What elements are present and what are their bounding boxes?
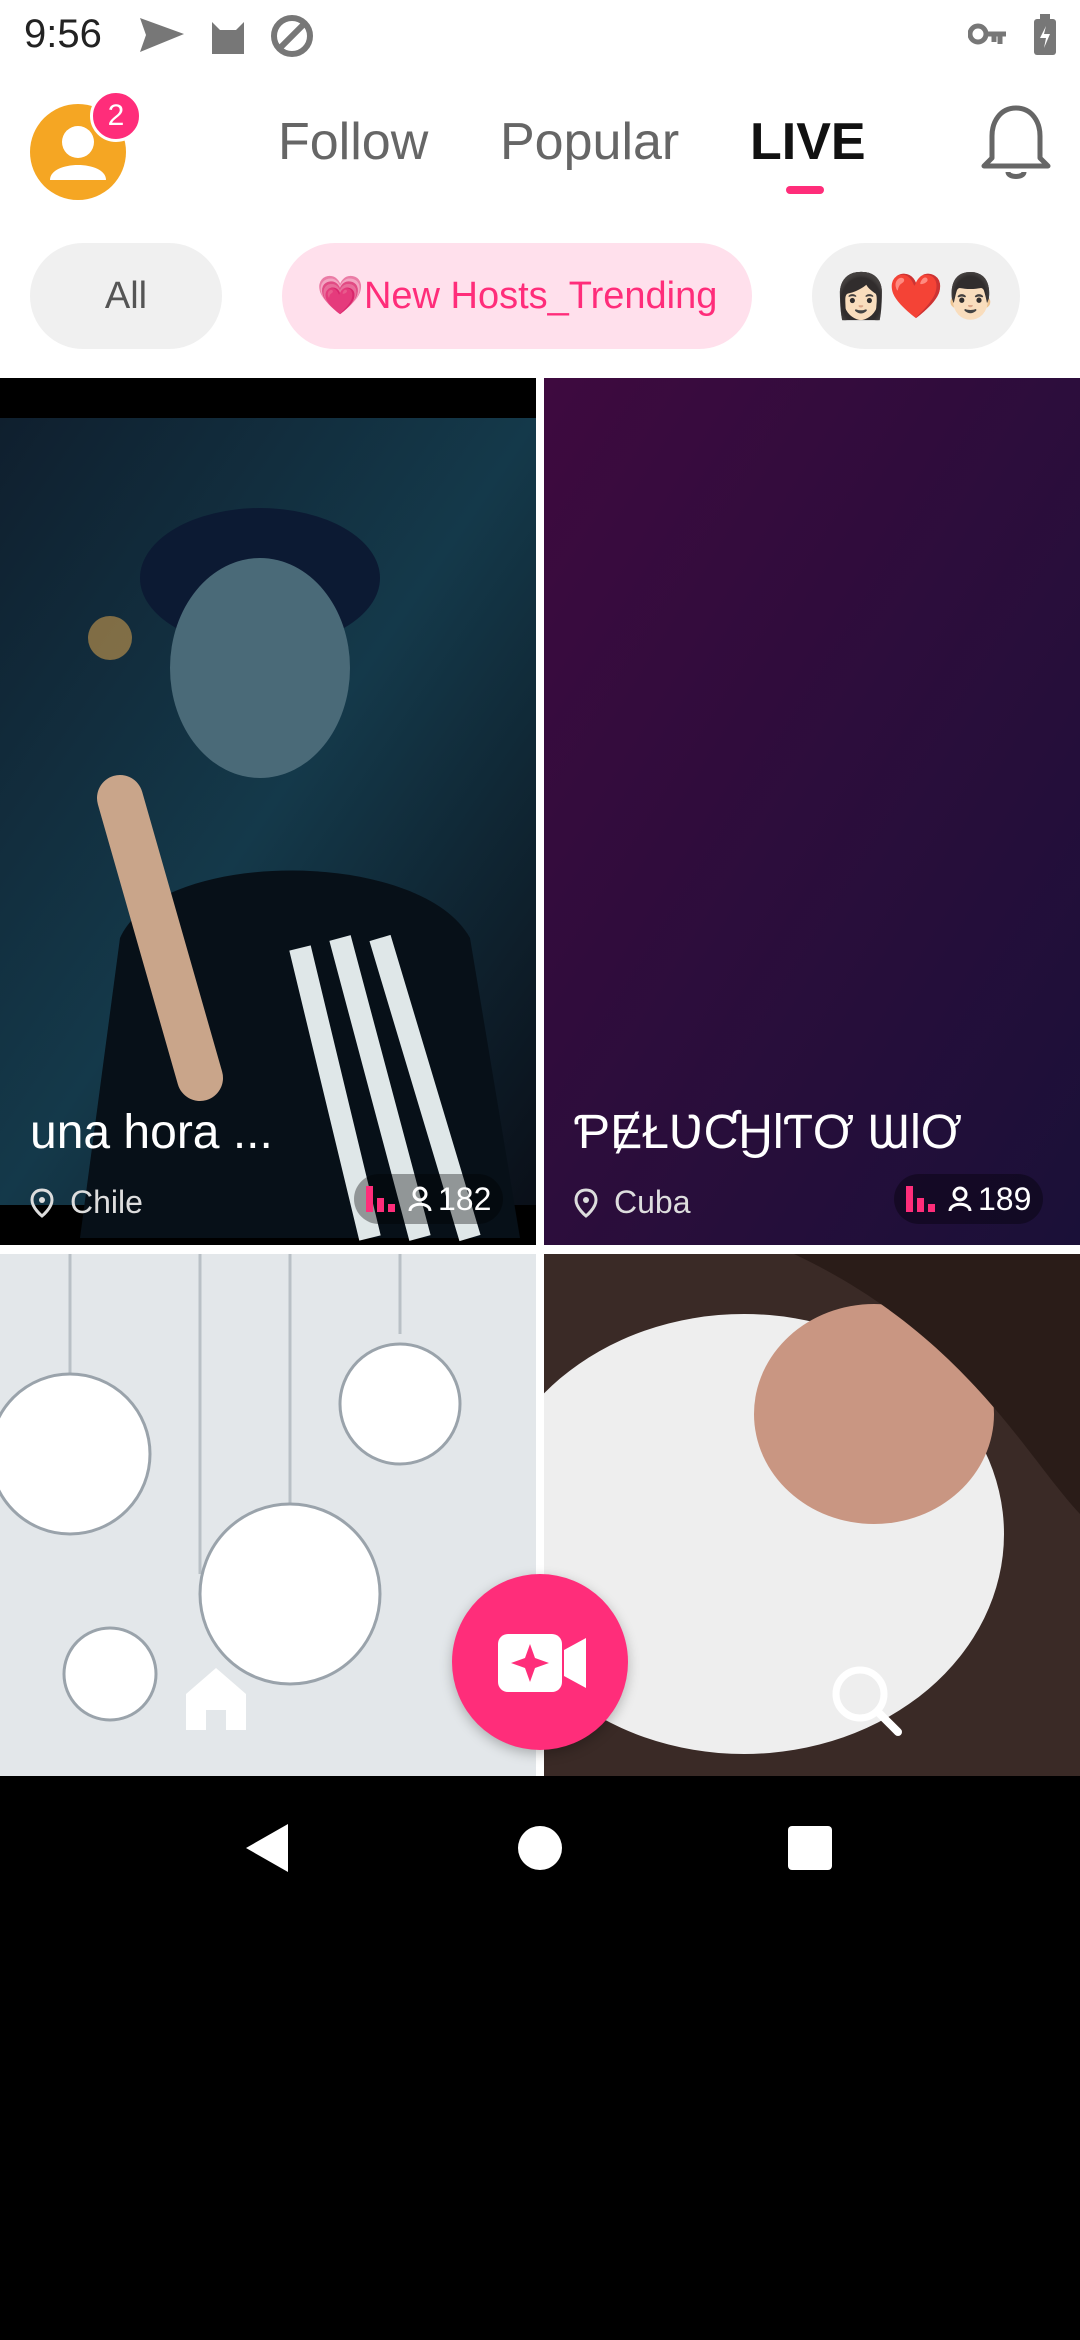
app-header: 2 Follow Popular LIVE bbox=[0, 72, 1080, 215]
home-circle-icon[interactable] bbox=[518, 1826, 562, 1870]
key-icon bbox=[967, 20, 1008, 53]
active-tab-indicator bbox=[786, 186, 824, 194]
video-camera-icon bbox=[498, 1634, 586, 1692]
person-icon bbox=[408, 1186, 432, 1212]
stream-card[interactable]: ƤɆŁƲƇӇƖƬƠ ƜƖƠ Cuba 189 bbox=[544, 378, 1080, 1245]
tab-live[interactable]: LIVE bbox=[750, 112, 866, 172]
chip-all[interactable]: All bbox=[30, 243, 222, 349]
go-live-button[interactable] bbox=[452, 1574, 628, 1750]
bell-icon[interactable] bbox=[980, 102, 1052, 182]
category-chips: All 💗New Hosts_Trending 👩🏻❤️👨🏻 bbox=[0, 213, 1080, 378]
location-pin-icon bbox=[574, 1187, 598, 1218]
stream-country: Chile bbox=[70, 1184, 143, 1220]
recent-apps-icon[interactable] bbox=[788, 1826, 832, 1870]
viewer-count: 182 bbox=[354, 1174, 504, 1224]
stream-location: Cuba bbox=[574, 1184, 691, 1221]
stream-title: ƤɆŁƲƇӇƖƬƠ ƜƖƠ bbox=[574, 1106, 962, 1159]
live-streams-grid: una hora ... Chile 182 ƤɆŁƲƇӇƖƬƠ ƜƖƠ Cub… bbox=[0, 378, 1080, 1776]
chip-new-hosts-trending[interactable]: 💗New Hosts_Trending bbox=[282, 243, 752, 349]
person-icon bbox=[948, 1186, 972, 1212]
send-icon bbox=[138, 14, 186, 61]
at-icon bbox=[270, 14, 314, 63]
status-time: 9:56 bbox=[24, 12, 102, 56]
location-pin-icon bbox=[30, 1187, 54, 1218]
cat-icon bbox=[208, 14, 248, 61]
home-icon[interactable] bbox=[182, 1664, 250, 1734]
viewer-count-value: 189 bbox=[978, 1180, 1032, 1217]
viewer-count-value: 182 bbox=[438, 1180, 492, 1217]
tab-popular[interactable]: Popular bbox=[500, 112, 679, 172]
notification-count-badge: 2 bbox=[90, 90, 142, 142]
system-navigation-bar bbox=[0, 1776, 1080, 1920]
live-bars-icon bbox=[366, 1186, 396, 1212]
chip-couple[interactable]: 👩🏻❤️👨🏻 bbox=[812, 243, 1020, 349]
stream-country: Cuba bbox=[614, 1184, 691, 1220]
back-icon[interactable] bbox=[244, 1822, 290, 1874]
viewer-count: 189 bbox=[894, 1174, 1044, 1224]
battery-icon bbox=[1032, 14, 1058, 61]
live-bars-icon bbox=[906, 1186, 936, 1212]
stream-location: Chile bbox=[30, 1184, 143, 1221]
search-icon[interactable] bbox=[826, 1660, 906, 1740]
stream-card[interactable]: una hora ... Chile 182 bbox=[0, 378, 536, 1245]
tab-follow[interactable]: Follow bbox=[278, 112, 428, 172]
stream-title: una hora ... bbox=[30, 1106, 273, 1159]
status-bar: 9:56 bbox=[0, 0, 1080, 72]
